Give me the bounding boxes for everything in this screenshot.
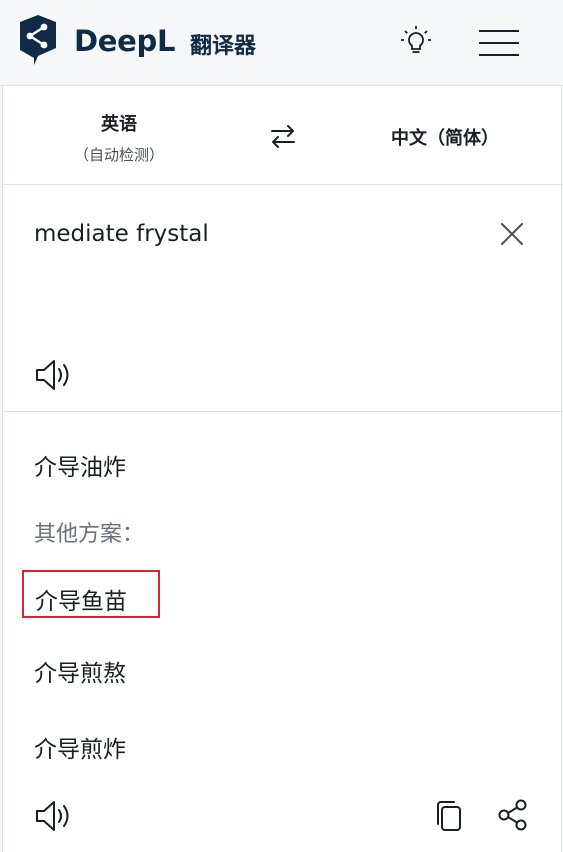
source-text-area[interactable]: mediate frystal: [3, 185, 561, 412]
speaker-icon[interactable]: [33, 357, 73, 393]
main-translation[interactable]: 介导油炸: [34, 448, 126, 482]
translator-panel: 英语 （自动检测） 中文（简体） mediate frystal 介导油炸 其他…: [2, 86, 562, 852]
speaker-icon[interactable]: [33, 798, 73, 834]
menu-icon[interactable]: [479, 28, 519, 58]
source-language-name: 英语: [101, 114, 137, 135]
source-language-detect: （自动检测）: [73, 146, 164, 164]
swap-icon[interactable]: [267, 120, 299, 152]
lightbulb-icon[interactable]: [399, 24, 433, 58]
brand-name[interactable]: DeepL: [74, 24, 175, 58]
header: DeepL 翻译器: [0, 0, 563, 86]
alternative-item[interactable]: 介导煎炸: [34, 730, 126, 764]
deepl-app: DeepL 翻译器 英语 （自动检测） 中文（简体） mediate fryst…: [0, 0, 563, 852]
alternative-item-highlighted[interactable]: 介导鱼苗: [22, 570, 160, 618]
alternative-item[interactable]: 介导煎熬: [34, 654, 126, 688]
source-text[interactable]: mediate frystal: [34, 221, 209, 247]
close-icon[interactable]: [499, 221, 525, 247]
copy-icon[interactable]: [433, 798, 465, 834]
target-language-selector[interactable]: 中文（简体）: [375, 124, 515, 150]
language-bar: 英语 （自动检测） 中文（简体）: [3, 86, 561, 185]
deepl-logo-icon[interactable]: [16, 14, 60, 66]
share-icon[interactable]: [497, 798, 529, 832]
source-language-selector[interactable]: 英语 （自动检测）: [59, 110, 179, 165]
brand-subtitle: 翻译器: [190, 34, 257, 59]
translation-area: 介导油炸 其他方案： 介导鱼苗 介导煎熬 介导煎炸: [3, 412, 561, 852]
alternatives-label: 其他方案：: [34, 522, 145, 547]
